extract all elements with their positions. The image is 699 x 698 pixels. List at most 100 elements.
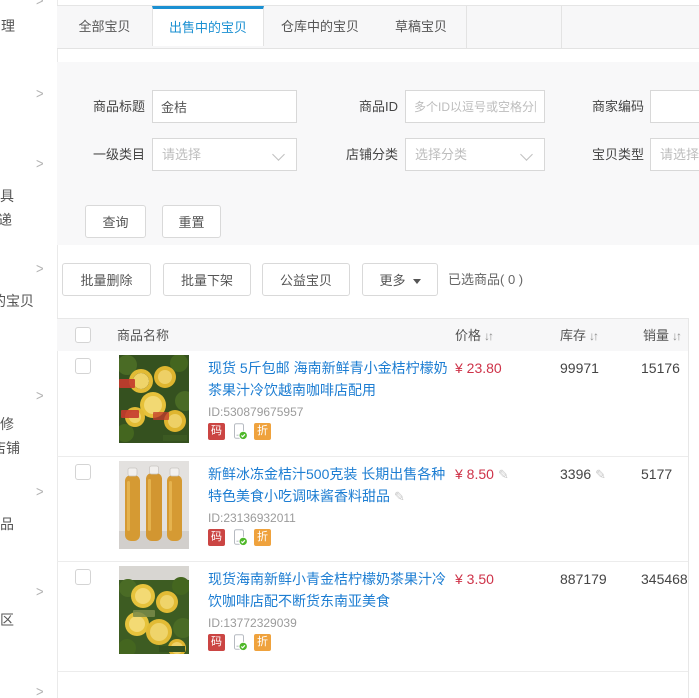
sidebar-item-fragment[interactable]: 的宝贝 <box>0 291 34 311</box>
tab-warehouse-items[interactable]: 仓库中的宝贝 <box>264 6 376 48</box>
edit-stock-icon[interactable]: ✎ <box>595 467 606 482</box>
column-header-price[interactable]: 价格 ↓↑ <box>455 319 494 352</box>
sort-icon[interactable]: ↓↑ <box>672 329 682 343</box>
merchant-code-input[interactable] <box>650 90 699 123</box>
code-badge: 码 <box>208 423 225 440</box>
product-title-link[interactable]: 现货 5斤包邮 海南新鲜青小金桔柠檬奶茶果汁冷饮越南咖啡店配用 <box>208 357 455 401</box>
tab-all-items[interactable]: 全部宝贝 <box>57 6 152 48</box>
product-id: ID:23136932011 <box>208 511 296 525</box>
stock-text: 3396 <box>560 466 592 482</box>
title-field-label: 商品标题 <box>92 99 145 114</box>
item-type-field-label: 宝贝类型 <box>591 147 644 162</box>
sidebar-item-fragment[interactable]: 品 <box>0 514 14 534</box>
mobile-verified-icon <box>234 634 248 651</box>
more-label: 更多 <box>379 273 406 288</box>
badge-group: 码 折 <box>208 529 271 546</box>
category-field-label: 一级类目 <box>92 147 145 162</box>
select-all-checkbox[interactable] <box>75 327 91 343</box>
shop-category-select-value: 选择分类 <box>415 147 468 162</box>
product-title-link[interactable]: 现货海南新鲜小青金桔柠檬奶茶果汁冷饮咖啡店配不断货东南亚美食 <box>208 568 455 612</box>
mobile-verified-icon <box>234 423 248 440</box>
category-select-value: 请选择 <box>162 147 202 162</box>
tab-divider <box>466 6 467 48</box>
code-badge: 码 <box>208 634 225 651</box>
discount-badge: 折 <box>254 423 271 440</box>
sort-icon[interactable]: ↓↑ <box>589 329 599 343</box>
seller-items-page: { "colors": { "accent_blue": "#1b90d2", … <box>0 0 699 698</box>
product-image[interactable] <box>119 461 189 549</box>
stock-value: 3396 ✎ <box>560 466 606 483</box>
title-input[interactable] <box>152 90 297 123</box>
chevron-down-icon <box>272 148 285 161</box>
row-checkbox[interactable] <box>75 464 91 480</box>
table-row: 现货 5斤包邮 海南新鲜青小金桔柠檬奶茶果汁冷饮越南咖啡店配用 ID:53087… <box>57 351 699 456</box>
column-header-stock[interactable]: 库存 ↓↑ <box>560 319 599 352</box>
badge-group: 码 折 <box>208 423 271 440</box>
price-value: ¥ 3.50 <box>455 571 494 587</box>
column-header-sales[interactable]: 销量 ↓↑ <box>643 319 682 352</box>
tab-draft-items[interactable]: 草稿宝贝 <box>376 6 466 48</box>
product-image[interactable] <box>119 355 189 443</box>
reset-button[interactable]: 重置 <box>162 205 221 238</box>
edit-price-icon[interactable]: ✎ <box>498 467 509 482</box>
row-divider <box>57 671 688 672</box>
chevron-right-icon[interactable]: > <box>36 155 44 172</box>
shop-category-select[interactable]: 选择分类 <box>405 138 545 171</box>
mobile-verified-icon <box>234 529 248 546</box>
shop-category-field-label: 店铺分类 <box>345 147 398 162</box>
sales-value: 345468 <box>641 571 688 587</box>
badge-group: 码 折 <box>208 634 271 651</box>
sales-value: 15176 <box>641 360 680 376</box>
chevron-right-icon[interactable]: > <box>36 0 44 9</box>
sidebar-item-fragment[interactable]: 理 <box>1 16 15 36</box>
column-header-name: 商品名称 <box>117 328 170 343</box>
product-id-field-label: 商品ID <box>358 99 398 114</box>
tab-divider <box>561 6 562 48</box>
price-value: ¥ 8.50 ✎ <box>455 466 509 483</box>
sidebar-item-fragment[interactable]: 区 <box>0 610 14 630</box>
tab-on-sale-items[interactable]: 出售中的宝贝 <box>152 6 264 46</box>
query-button[interactable]: 查询 <box>85 205 146 238</box>
category-select[interactable]: 请选择 <box>152 138 297 171</box>
table-row: 现货海南新鲜小青金桔柠檬奶茶果汁冷饮咖啡店配不断货东南亚美食 ID:137723… <box>57 562 699 667</box>
selected-count-text: 已选商品( 0 ) <box>448 272 524 287</box>
chevron-down-icon <box>520 148 533 161</box>
merchant-code-field-label: 商家编码 <box>591 99 644 114</box>
item-type-select[interactable]: 请选择 <box>650 138 699 171</box>
item-status-tabbar: 全部宝贝 出售中的宝贝 仓库中的宝贝 草稿宝贝 <box>57 6 699 49</box>
caret-down-icon <box>412 279 421 284</box>
product-title-link[interactable]: 新鲜冰冻金桔汁500克装 长期出售各种特色美食小吃调味酱香料甜品 ✎ <box>208 463 455 508</box>
discount-badge: 折 <box>254 634 271 651</box>
stock-header-label: 库存 <box>560 328 587 343</box>
sidebar-item-fragment[interactable]: 具 <box>0 186 14 206</box>
price-text: ¥ 8.50 <box>455 466 494 482</box>
sidebar-item-fragment[interactable]: 修 <box>0 414 14 434</box>
more-dropdown-button[interactable]: 更多 <box>362 263 438 296</box>
edit-title-icon[interactable]: ✎ <box>394 489 405 504</box>
row-checkbox[interactable] <box>75 569 91 585</box>
sort-icon[interactable]: ↓↑ <box>484 329 494 343</box>
item-type-select-value: 请选择 <box>660 147 699 162</box>
code-badge: 码 <box>208 529 225 546</box>
sidebar-item-fragment[interactable]: 快递 <box>0 210 12 230</box>
chevron-right-icon[interactable]: > <box>36 683 44 698</box>
chevron-right-icon[interactable]: > <box>36 483 44 500</box>
chevron-right-icon[interactable]: > <box>36 583 44 600</box>
price-value: ¥ 23.80 <box>455 360 502 376</box>
batch-unlist-button[interactable]: 批量下架 <box>163 263 251 296</box>
stock-value: 99971 <box>560 360 599 376</box>
row-checkbox[interactable] <box>75 358 91 374</box>
batch-delete-button[interactable]: 批量删除 <box>62 263 151 296</box>
table-header: 商品名称 价格 ↓↑ 库存 ↓↑ 销量 ↓↑ <box>57 318 688 351</box>
product-id: ID:13772329039 <box>208 616 297 630</box>
charity-items-button[interactable]: 公益宝贝 <box>262 263 350 296</box>
chevron-right-icon[interactable]: > <box>36 260 44 277</box>
chevron-right-icon[interactable]: > <box>36 85 44 102</box>
stock-value: 887179 <box>560 571 607 587</box>
left-sidebar: > 理 > > 具 快递 > 的宝贝 > 修 店铺 > 品 > 区 > <box>0 0 58 698</box>
product-id-input[interactable] <box>405 90 545 123</box>
product-image[interactable] <box>119 566 189 654</box>
discount-badge: 折 <box>254 529 271 546</box>
chevron-right-icon[interactable]: > <box>36 387 44 404</box>
sidebar-item-fragment[interactable]: 店铺 <box>0 438 20 458</box>
